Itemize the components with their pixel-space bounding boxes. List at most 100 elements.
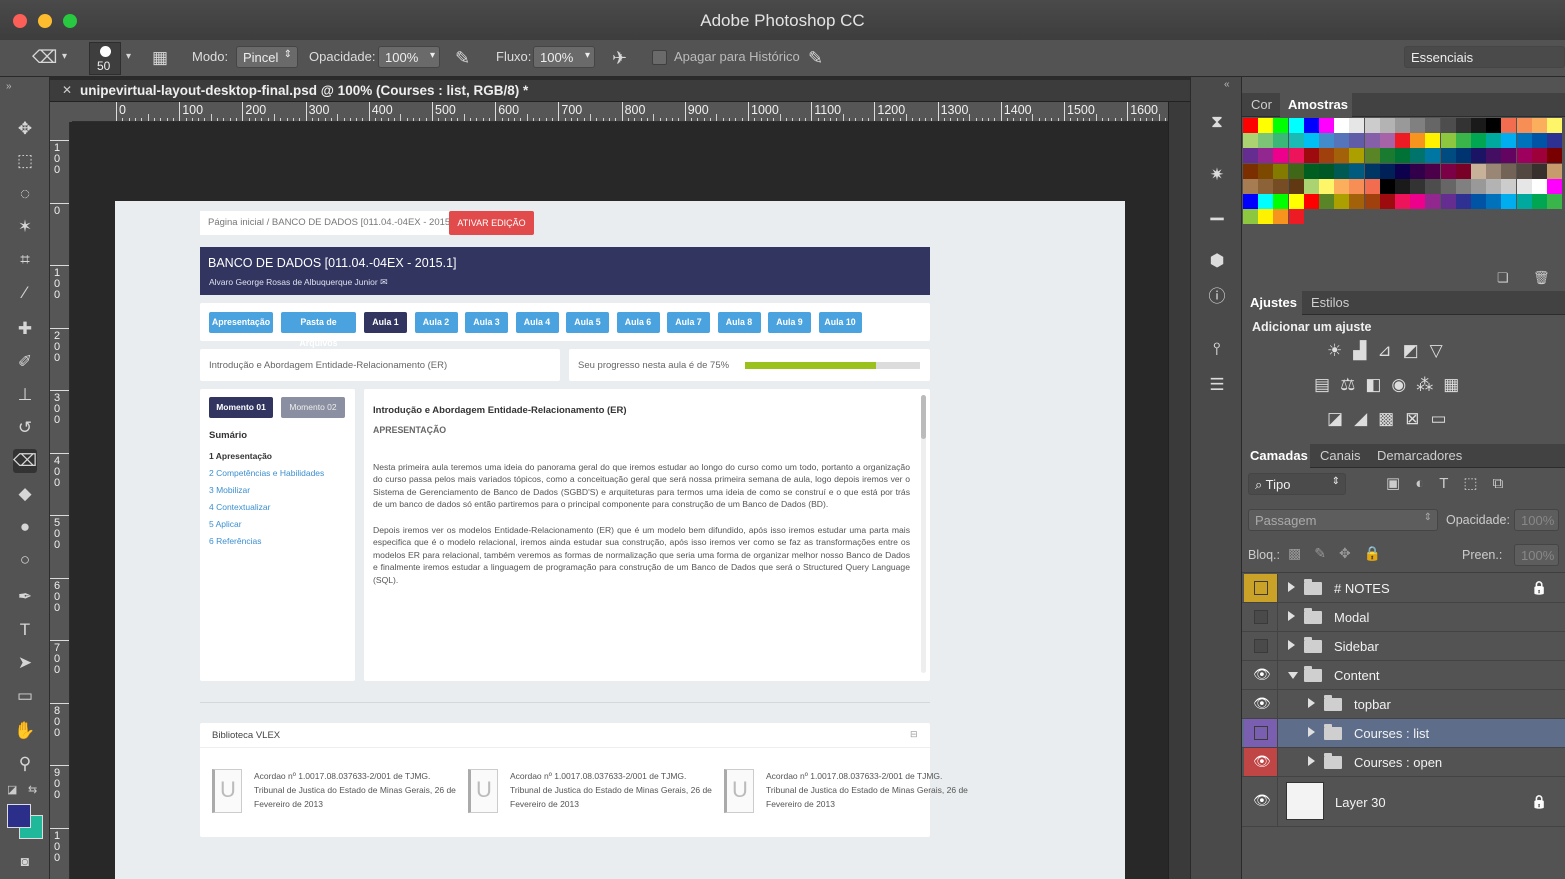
- color-swatch[interactable]: [1334, 194, 1350, 209]
- filter-shape-icon[interactable]: ⬚: [1463, 475, 1492, 492]
- color-swatch[interactable]: [1531, 194, 1547, 209]
- color-swatch[interactable]: [1273, 194, 1289, 209]
- color-swatch[interactable]: [1410, 148, 1426, 164]
- layer-visibility-cell[interactable]: [1244, 632, 1278, 660]
- filter-type-icon[interactable]: T: [1439, 475, 1463, 492]
- color-swatch[interactable]: [1471, 148, 1486, 164]
- color-swatch[interactable]: [1258, 178, 1274, 194]
- properties-panel-icon[interactable]: ☰: [1204, 372, 1230, 398]
- lesson-tab[interactable]: Aula 2: [414, 312, 458, 333]
- color-swatch[interactable]: [1319, 163, 1334, 179]
- filter-smart-icon[interactable]: ⧉: [1493, 475, 1519, 492]
- zoom-tool-icon[interactable]: ⚲: [13, 752, 37, 776]
- mail-icon[interactable]: ✉: [380, 277, 388, 287]
- color-swatch[interactable]: [1410, 194, 1426, 209]
- layer-visibility-cell[interactable]: [1244, 574, 1278, 602]
- swap-colors-icon[interactable]: ⇆: [28, 783, 37, 796]
- color-swatch[interactable]: [1349, 178, 1365, 194]
- color-swatch[interactable]: [1547, 118, 1562, 133]
- color-swatch[interactable]: [1516, 118, 1532, 133]
- tab-channels[interactable]: Canais: [1320, 448, 1360, 463]
- color-swatch[interactable]: [1273, 118, 1289, 133]
- foreground-color-swatch[interactable]: [7, 804, 31, 828]
- info-panel-icon[interactable]: ⓘ: [1204, 284, 1230, 310]
- library-item-text[interactable]: Acordao nº 1.0017.08.037633-2/001 de TJM…: [510, 769, 715, 811]
- color-swatch[interactable]: [1319, 178, 1334, 194]
- color-swatch[interactable]: [1471, 178, 1486, 194]
- color-swatch[interactable]: [1334, 133, 1350, 149]
- brush-panel-toggle-icon[interactable]: ▦: [152, 49, 168, 66]
- color-swatch[interactable]: [1258, 163, 1274, 179]
- eye-icon[interactable]: 👁: [1253, 666, 1271, 683]
- filter-adjustment-icon[interactable]: ◐: [1415, 475, 1439, 492]
- pressure-size-icon[interactable]: ✎: [808, 49, 823, 67]
- collapse-dock-icon[interactable]: «: [1224, 79, 1230, 90]
- exposure-icon[interactable]: ◩: [1403, 341, 1430, 360]
- color-swatch[interactable]: [1501, 178, 1517, 194]
- layer-visibility-cell[interactable]: [1244, 603, 1278, 631]
- lock-position-icon[interactable]: ✥: [1339, 545, 1364, 561]
- layer-row[interactable]: 👁 Courses : open: [1242, 748, 1565, 777]
- summary-item[interactable]: 1 Apresentação: [209, 448, 349, 465]
- lock-icon[interactable]: 🔒: [1531, 794, 1547, 810]
- black-white-icon[interactable]: ◧: [1365, 375, 1391, 394]
- color-swatch[interactable]: [1486, 178, 1502, 194]
- library-item-text[interactable]: Acordao nº 1.0017.08.037633-2/001 de TJM…: [254, 769, 459, 811]
- color-swatch[interactable]: [1471, 118, 1486, 133]
- lesson-tab[interactable]: Aula 3: [465, 312, 508, 333]
- moment-02-tab[interactable]: Momento 02: [281, 397, 345, 418]
- color-swatch[interactable]: [1288, 194, 1304, 209]
- mode-select[interactable]: Pincel ⇕: [236, 46, 298, 68]
- channel-mixer-icon[interactable]: ⁂: [1416, 375, 1443, 394]
- color-swatch[interactable]: [1501, 148, 1517, 164]
- layer-name[interactable]: Courses : list: [1354, 726, 1429, 741]
- summary-item[interactable]: 4 Contextualizar: [209, 499, 349, 516]
- move-tool-icon[interactable]: ✥: [13, 117, 37, 141]
- lesson-tab[interactable]: Aula 1: [364, 312, 407, 333]
- layer-visibility-cell[interactable]: 👁: [1244, 748, 1278, 776]
- pressure-opacity-icon[interactable]: ✎: [455, 49, 470, 67]
- eye-icon[interactable]: 👁: [1253, 695, 1271, 712]
- hand-tool-icon[interactable]: ✋: [13, 719, 37, 743]
- enable-edit-button[interactable]: ATIVAR EDIÇÃO: [449, 211, 534, 235]
- moment-01-tab[interactable]: Momento 01: [209, 397, 273, 418]
- color-swatch[interactable]: [1379, 118, 1395, 133]
- expand-triangle-icon[interactable]: [1288, 640, 1295, 650]
- color-swatch[interactable]: [1440, 148, 1456, 164]
- color-swatch[interactable]: [1379, 163, 1395, 179]
- lesson-tab[interactable]: Aula 8: [717, 312, 761, 333]
- quick-mask-icon[interactable]: ◙: [13, 849, 37, 873]
- eyedropper-tool-icon[interactable]: ⁄: [13, 281, 37, 305]
- visibility-empty-box[interactable]: [1254, 581, 1268, 595]
- rectangle-tool-icon[interactable]: ▭: [13, 684, 37, 708]
- color-swatch[interactable]: [1364, 148, 1380, 164]
- layer-visibility-cell[interactable]: 👁: [1244, 777, 1278, 826]
- ruler-origin[interactable]: [50, 102, 72, 122]
- color-swatch[interactable]: [1547, 194, 1562, 209]
- color-swatch[interactable]: [1243, 148, 1258, 164]
- expand-triangle-icon[interactable]: [1288, 582, 1295, 592]
- color-swatch[interactable]: [1516, 148, 1532, 164]
- lesson-tab[interactable]: Aula 7: [667, 312, 710, 333]
- visibility-empty-box[interactable]: [1254, 610, 1268, 624]
- color-swatch[interactable]: [1273, 209, 1289, 225]
- color-swatch[interactable]: [1273, 133, 1289, 149]
- color-swatch[interactable]: [1334, 148, 1350, 164]
- lesson-tab[interactable]: Aula 5: [566, 312, 609, 333]
- color-swatch[interactable]: [1531, 178, 1547, 194]
- color-swatch[interactable]: [1379, 178, 1395, 194]
- dodge-tool-icon[interactable]: ○: [13, 548, 37, 572]
- eye-icon[interactable]: 👁: [1253, 792, 1271, 809]
- minimize-panel-icon[interactable]: ⊟: [910, 729, 918, 740]
- layer-row[interactable]: Modal: [1242, 603, 1565, 632]
- color-swatch[interactable]: [1501, 194, 1517, 209]
- color-swatch[interactable]: [1258, 209, 1274, 225]
- color-swatch[interactable]: [1440, 133, 1456, 149]
- path-selection-tool-icon[interactable]: ➤: [13, 651, 37, 675]
- lock-pixels-icon[interactable]: ✎: [1314, 545, 1339, 561]
- color-swatch[interactable]: [1243, 163, 1258, 179]
- lesson-tab[interactable]: Aula 10: [818, 312, 862, 333]
- opacity-field[interactable]: 100% ▾: [378, 46, 440, 68]
- blur-tool-icon[interactable]: ●: [13, 515, 37, 539]
- color-swatch[interactable]: [1364, 163, 1380, 179]
